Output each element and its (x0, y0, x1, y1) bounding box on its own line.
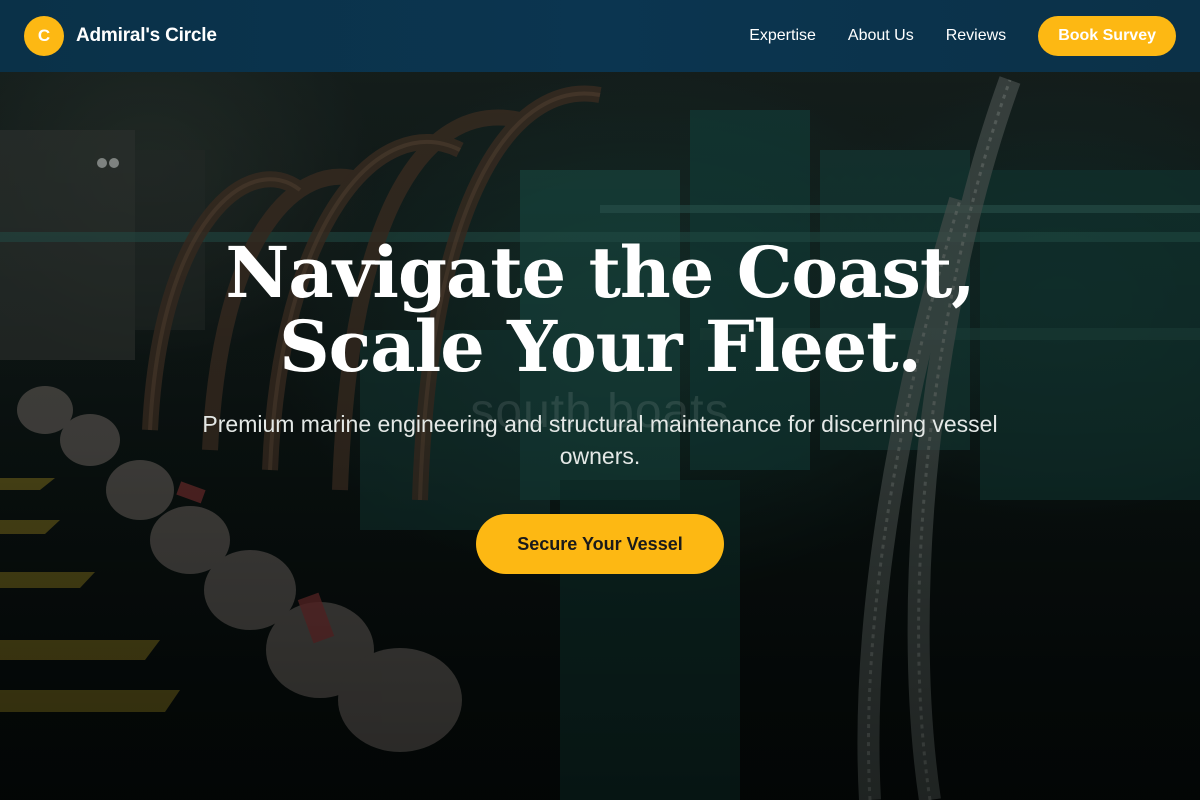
hero-title: Navigate the Coast, Scale Your Fleet. (225, 231, 975, 388)
nav-links: Expertise About Us Reviews Book Survey (749, 16, 1176, 56)
nav-link-about-us[interactable]: About Us (848, 27, 914, 45)
brand-logo-badge[interactable]: C (24, 16, 64, 56)
secure-your-vessel-button[interactable]: Secure Your Vessel (476, 514, 724, 574)
hero-section: Navigate the Coast, Scale Your Fleet. Pr… (0, 236, 1200, 574)
book-survey-button[interactable]: Book Survey (1038, 16, 1176, 56)
hero-subtitle: Premium marine engineering and structura… (202, 411, 998, 469)
brand-name[interactable]: Admiral's Circle (76, 25, 217, 47)
brand[interactable]: C Admiral's Circle (24, 16, 217, 56)
top-navbar: C Admiral's Circle Expertise About Us Re… (0, 0, 1200, 72)
nav-link-reviews[interactable]: Reviews (946, 27, 1006, 45)
nav-link-expertise[interactable]: Expertise (749, 27, 816, 45)
